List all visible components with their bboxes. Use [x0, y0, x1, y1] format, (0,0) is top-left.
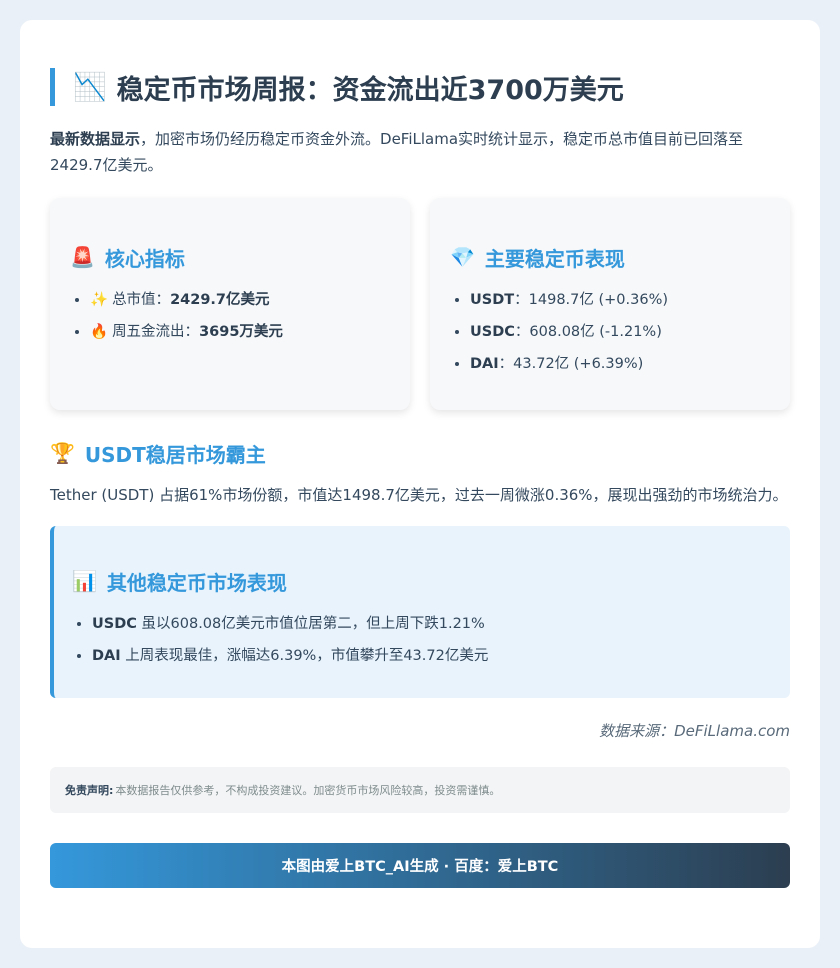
- coin-name: DAI: [470, 356, 499, 372]
- list-item: USDC 虽以608.08亿美元市值位居第二，但上周下跌1.21%: [92, 608, 770, 640]
- metric-value: 3695万美元: [199, 324, 283, 340]
- metrics-row: 🚨 核心指标 ✨总市值：2429.7亿美元 🔥周五金流出：3695万美元 💎 主…: [50, 198, 790, 410]
- core-metrics-list: ✨总市值：2429.7亿美元 🔥周五金流出：3695万美元: [70, 284, 390, 348]
- metric-value: 2429.7亿美元: [170, 292, 270, 308]
- coin-value: 608.08亿 (-1.21%): [529, 324, 662, 340]
- main-stablecoins-heading: 💎 主要稳定币表现: [450, 242, 770, 272]
- list-item: ✨总市值：2429.7亿美元: [90, 284, 390, 316]
- list-item: USDC：608.08亿 (-1.21%): [470, 316, 770, 348]
- footer-banner: 本图由爱上BTC_AI生成 · 百度：爱上BTC: [50, 843, 790, 888]
- chart-down-icon: 📉: [73, 72, 107, 103]
- coin-name: DAI: [92, 648, 121, 664]
- other-stablecoins-box: 📊 其他稳定币市场表现 USDC 虽以608.08亿美元市值位居第二，但上周下跌…: [50, 526, 790, 698]
- metric-label: 总市值：: [112, 292, 171, 308]
- list-item: USDT：1498.7亿 (+0.36%): [470, 284, 770, 316]
- core-metrics-panel: 🚨 核心指标 ✨总市值：2429.7亿美元 🔥周五金流出：3695万美元: [50, 198, 410, 410]
- data-source: 数据来源：DeFiLlama.com: [599, 722, 790, 740]
- page-title-text: 稳定币市场周报：资金流出近3700万美元: [116, 74, 624, 106]
- intro-paragraph: 最新数据显示，加密市场仍经历稳定币资金外流。DeFiLlama实时统计显示，稳定…: [50, 126, 790, 178]
- main-stablecoins-list: USDT：1498.7亿 (+0.36%) USDC：608.08亿 (-1.2…: [450, 284, 770, 380]
- coin-sep: ：: [514, 292, 529, 308]
- coin-name: USDT: [470, 292, 515, 308]
- core-metrics-title: 核心指标: [104, 246, 185, 271]
- usdt-section-title: USDT稳居市场霸主: [84, 442, 266, 467]
- usdt-section-heading: 🏆 USDT稳居市场霸主: [50, 438, 790, 468]
- coin-name: USDC: [470, 324, 515, 340]
- coin-value: 1498.7亿 (+0.36%): [528, 292, 669, 308]
- bar-chart-icon: 📊: [72, 569, 97, 593]
- list-item: 🔥周五金流出：3695万美元: [90, 316, 390, 348]
- intro-text: ，加密市场仍经历稳定币资金外流。DeFiLlama实时统计显示，稳定币总市值目前…: [50, 130, 744, 174]
- core-metrics-heading: 🚨 核心指标: [70, 242, 390, 272]
- usdt-section-text: Tether (USDT) 占据61%市场份额，市值达1498.7亿美元，过去一…: [50, 486, 788, 504]
- disclaimer-text: 本数据报告仅供参考，不构成投资建议。加密货币市场风险较高，投资需谨慎。: [115, 784, 501, 797]
- coin-text: 上周表现最佳，涨幅达6.39%，市值攀升至43.72亿美元: [120, 648, 489, 664]
- coin-sep: ：: [498, 356, 514, 372]
- other-stablecoins-title: 其他稳定币市场表现: [106, 570, 287, 595]
- siren-icon: 🚨: [70, 245, 95, 269]
- page-title: 📉 稳定币市场周报：资金流出近3700万美元: [50, 68, 790, 106]
- disclaimer-label: 免责声明:: [65, 784, 114, 797]
- coin-text: 虽以608.08亿美元市值位居第二，但上周下跌1.21%: [136, 616, 485, 632]
- fire-icon: 🔥: [90, 324, 109, 340]
- intro-lead: 最新数据显示: [50, 130, 141, 148]
- report-card: 📉 稳定币市场周报：资金流出近3700万美元 最新数据显示，加密市场仍经历稳定币…: [20, 20, 820, 948]
- main-stablecoins-panel: 💎 主要稳定币表现 USDT：1498.7亿 (+0.36%) USDC：608…: [430, 198, 790, 410]
- main-stablecoins-title: 主要稳定币表现: [484, 246, 625, 271]
- gem-icon: 💎: [450, 245, 475, 269]
- list-item: DAI：43.72亿 (+6.39%): [470, 348, 770, 380]
- other-stablecoins-list: USDC 虽以608.08亿美元市值位居第二，但上周下跌1.21% DAI 上周…: [72, 608, 770, 672]
- list-item: DAI 上周表现最佳，涨幅达6.39%，市值攀升至43.72亿美元: [92, 640, 770, 672]
- coin-sep: ：: [514, 324, 530, 340]
- trophy-icon: 🏆: [50, 441, 75, 465]
- coin-name: USDC: [92, 616, 137, 632]
- coin-value: 43.72亿 (+6.39%): [513, 356, 644, 372]
- disclaimer-box: 免责声明: 本数据报告仅供参考，不构成投资建议。加密货币市场风险较高，投资需谨慎…: [50, 767, 790, 813]
- metric-label: 周五金流出：: [112, 324, 200, 340]
- sparkles-icon: ✨: [90, 292, 109, 308]
- other-stablecoins-heading: 📊 其他稳定币市场表现: [72, 566, 770, 596]
